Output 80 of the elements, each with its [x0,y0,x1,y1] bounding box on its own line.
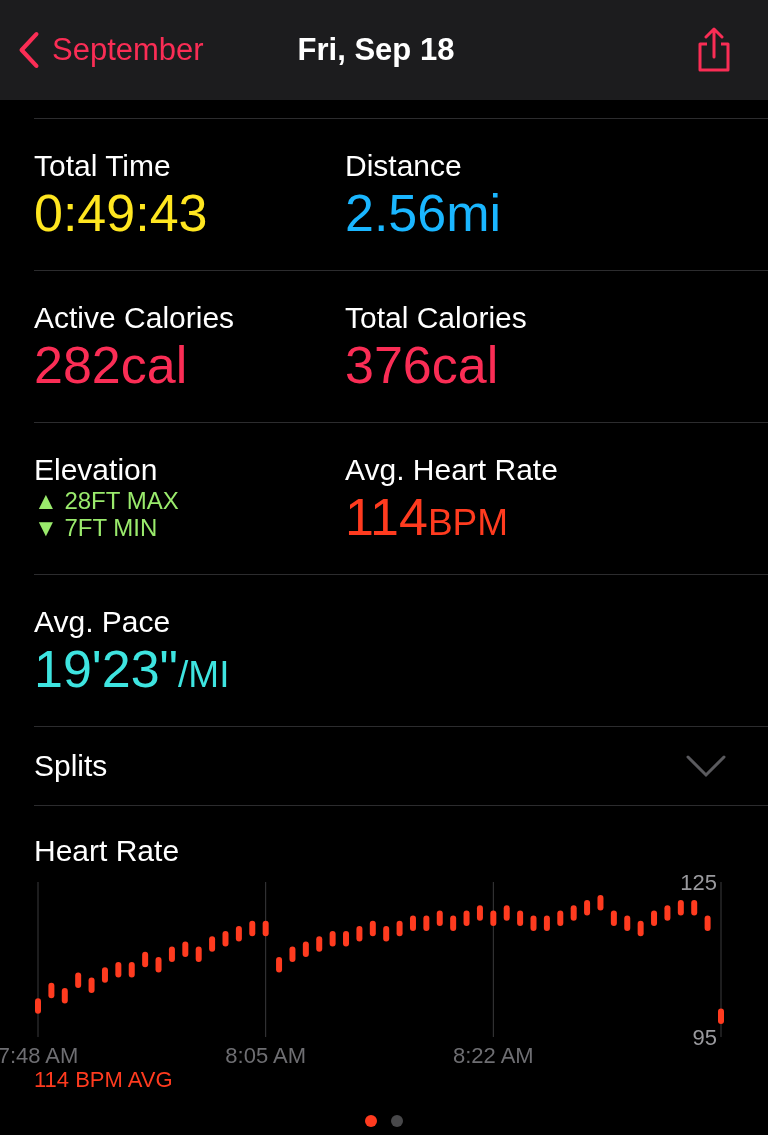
heart-rate-bar [262,920,269,937]
heart-rate-bar [182,941,189,957]
heart-rate-bar [597,894,604,911]
heart-rate-bar [88,977,95,994]
y-axis-label: 125 [680,869,717,895]
heart-rate-bar [142,951,149,968]
metric-value: 376cal [345,335,500,395]
heart-rate-bar [490,910,497,926]
heart-rate-bar [329,931,336,947]
heart-rate-bar [610,910,617,926]
heart-rate-bar [410,915,416,932]
heart-rate-bar [450,915,457,932]
heart-rate-bar [289,946,296,963]
average-label: 114 BPM AVG [34,1067,174,1093]
heart-rate-bar [209,936,216,952]
nav-title: Fri, Sep 18 [297,32,455,68]
heart-rate-bar [517,910,524,926]
heart-rate-bar [128,962,135,978]
heart-rate-bar [195,946,202,963]
metric-value: 19'23"/MI [34,639,231,700]
heart-rate-bar [356,925,363,942]
page-dot[interactable] [391,1115,403,1127]
heart-rate-bar [75,972,82,988]
heart-rate-bar [222,931,229,947]
heart-rate-bar [557,910,564,926]
heart-rate-bar [235,925,242,942]
heart-rate-bar [543,915,550,932]
metric-value: 0:49:43 [34,183,209,243]
heart-rate-bar [651,910,658,926]
heart-rate-bar [61,987,68,1004]
heart-rate-bar [396,920,403,937]
elevation-reading: ▲ 28FT MAX [34,487,180,514]
heart-rate-bar [316,936,323,952]
heart-rate-bar [249,920,256,937]
metric-label: Total Time [34,149,172,183]
heart-rate-bar [677,900,684,916]
heart-rate-bar [101,967,108,983]
section-title: Heart Rate [34,834,181,868]
metric-value: 114BPM [345,487,510,548]
heart-rate-bar [463,910,470,926]
splits-row[interactable]: Splits [34,726,768,806]
back-chevron-icon [18,31,40,69]
metric-label: Elevation [34,453,159,487]
metric-value: 2.56mi [345,183,503,243]
heart-rate-bar [343,931,349,947]
heart-rate-bar [48,982,55,999]
heart-rate-bar [664,905,671,921]
heart-rate-bar [168,946,175,963]
metric-label: Active Calories [34,301,236,335]
heart-rate-bar [530,915,537,932]
back-button[interactable]: September [18,31,204,69]
heart-rate-bar [383,925,390,942]
metric-value: 282cal [34,335,189,395]
heart-rate-bar [691,900,698,916]
heart-rate-bar [436,910,443,926]
heart-rate-bar [276,956,283,973]
heart-rate-bar [503,905,510,921]
heart-rate-bar [637,920,644,937]
heart-rate-bar [476,905,483,921]
heart-rate-bar [570,905,577,921]
metric-label: Total Calories [345,301,528,335]
heart-rate-bar [35,998,41,1014]
metric-label: Avg. Heart Rate [345,453,559,487]
heart-rate-bar [115,962,122,978]
heart-rate-bar [302,941,309,957]
heart-rate-bar [704,915,711,932]
x-axis-label: 8:05 AM [225,1042,307,1068]
metric-label: Avg. Pace [34,605,172,639]
elevation-reading: ▼ 7FT MIN [34,514,159,541]
heart-rate-bar [369,920,376,937]
metric-label: Distance [345,149,463,183]
heart-rate-bar [624,915,631,932]
y-axis-label: 95 [692,1024,717,1050]
heart-rate-bar [584,900,591,916]
x-axis-label: 8:22 AM [452,1042,534,1068]
heart-rate-bar [423,915,430,932]
heart-rate-bar [718,1008,724,1025]
page-dot[interactable] [365,1115,377,1127]
heart-rate-bar [155,956,162,973]
splits-label: Splits [34,749,108,783]
